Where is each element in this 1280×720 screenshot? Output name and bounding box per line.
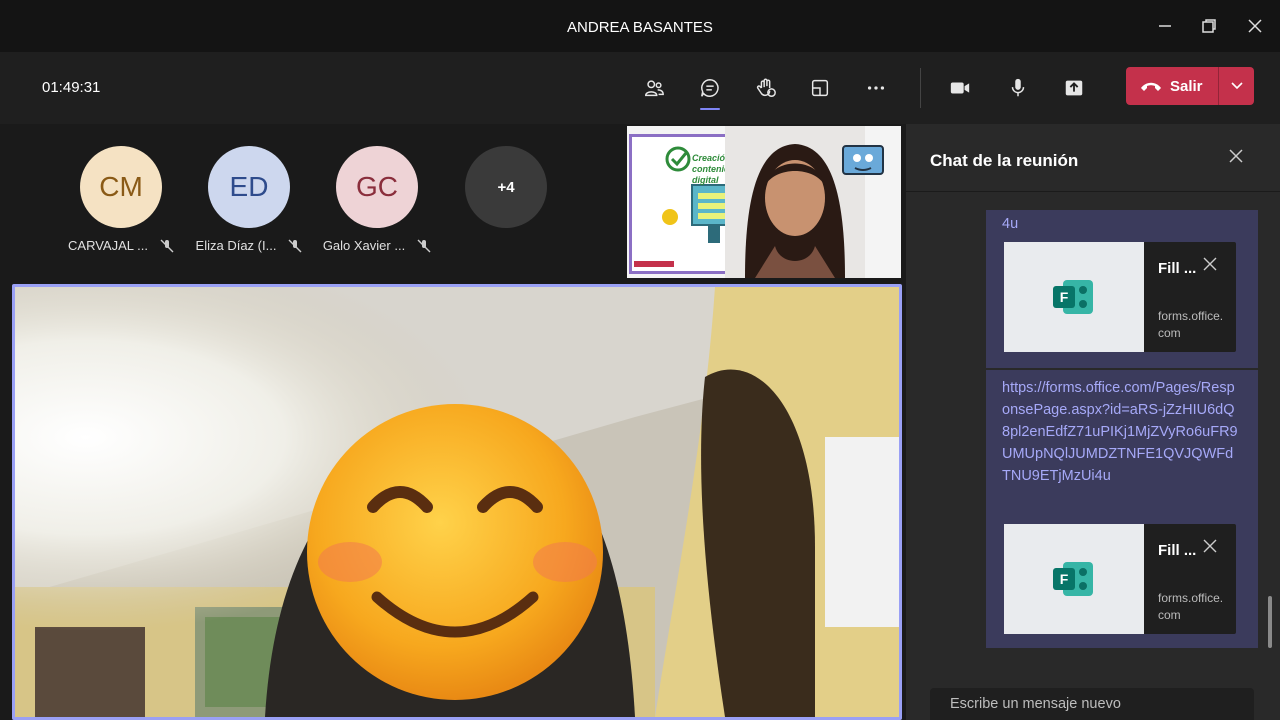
restore-icon[interactable] — [1194, 12, 1224, 40]
participant-tile[interactable]: CM CARVAJAL ... — [66, 146, 176, 253]
card-title: Fill ... — [1158, 260, 1197, 277]
chat-icon[interactable] — [692, 70, 728, 110]
window-title: ANDREA BASANTES — [567, 19, 713, 36]
more-participants-tile[interactable]: +4 — [451, 146, 561, 228]
mic-off-icon — [288, 239, 302, 252]
self-video-tile[interactable]: Creación de contenido digital — [627, 126, 901, 278]
forms-icon: F — [1053, 562, 1093, 596]
avatar: CM — [80, 146, 162, 228]
participant-tile[interactable]: ED Eliza Díaz (I... — [194, 146, 304, 253]
compose-message-input[interactable]: Escribe un mensaje nuevo — [930, 688, 1254, 720]
svg-text:F: F — [1060, 289, 1069, 305]
card-domain: forms.office.com — [1158, 591, 1224, 622]
meeting-toolbar: 01:49:31 Salir — [0, 52, 1280, 124]
chat-panel: Chat de la reunión 4u F Fill ... forms.o… — [906, 124, 1280, 720]
hang-up-icon — [1141, 82, 1161, 91]
chat-header: Chat de la reunión — [906, 124, 1280, 192]
chat-message: https://forms.office.com/Pages/ResponseP… — [986, 370, 1258, 648]
link-preview-card[interactable]: F Fill ... forms.office.com — [1004, 524, 1236, 634]
svg-text:F: F — [1060, 571, 1069, 587]
card-domain: forms.office.com — [1158, 309, 1224, 340]
link-preview-card[interactable]: F Fill ... forms.office.com — [1004, 242, 1236, 352]
video-stage: CM CARVAJAL ... ED Eliza Díaz (I... GC G… — [0, 124, 906, 720]
participant-tile[interactable]: GC Galo Xavier ... — [322, 146, 432, 253]
dismiss-preview-icon[interactable] — [1202, 538, 1218, 554]
participant-name-text: Galo Xavier ... — [322, 238, 406, 253]
forms-icon: F — [1053, 280, 1093, 314]
avatar: ED — [208, 146, 290, 228]
cartoon-computer-icon — [842, 145, 884, 175]
camera-icon[interactable] — [942, 70, 978, 106]
chat-scrollbar[interactable] — [1268, 596, 1272, 648]
mic-off-icon — [417, 239, 431, 252]
meeting-timer: 01:49:31 — [42, 79, 101, 96]
avatar: GC — [336, 146, 418, 228]
breakout-rooms-icon[interactable] — [802, 70, 838, 106]
participant-name: CARVAJAL ... — [66, 238, 176, 253]
close-window-icon[interactable] — [1240, 12, 1270, 40]
leave-button[interactable]: Salir — [1126, 67, 1254, 105]
minimize-icon[interactable] — [1150, 12, 1180, 40]
main-video[interactable] — [12, 284, 902, 720]
participant-name-text: CARVAJAL ... — [68, 238, 148, 253]
close-icon[interactable] — [1228, 148, 1248, 168]
raise-hand-icon[interactable] — [748, 70, 784, 106]
microphone-icon[interactable] — [1000, 70, 1036, 106]
share-screen-icon[interactable] — [1056, 70, 1092, 106]
card-title: Fill ... — [1158, 542, 1197, 559]
participant-name: Eliza Díaz (I... — [194, 238, 304, 253]
message-link[interactable]: https://forms.office.com/Pages/ResponseP… — [1002, 370, 1242, 487]
message-link[interactable]: 4u — [1002, 210, 1242, 235]
forms-thumbnail: F — [1004, 242, 1144, 352]
more-options-icon[interactable] — [858, 70, 894, 106]
dismiss-preview-icon[interactable] — [1202, 256, 1218, 272]
leave-label: Salir — [1170, 77, 1203, 95]
title-bar: ANDREA BASANTES — [0, 0, 1280, 52]
participants-icon[interactable] — [636, 70, 672, 106]
chat-message: 4u F Fill ... forms.office.com — [986, 210, 1258, 368]
main-video-frame — [15, 287, 899, 717]
overflow-count: +4 — [465, 146, 547, 228]
leave-main[interactable]: Salir — [1126, 67, 1218, 105]
toolbar-divider — [920, 68, 921, 108]
participant-name-text: Eliza Díaz (I... — [195, 238, 277, 253]
forms-thumbnail: F — [1004, 524, 1144, 634]
chevron-down-icon[interactable] — [1219, 82, 1254, 90]
participant-name: Galo Xavier ... — [322, 238, 432, 253]
chat-title: Chat de la reunión — [930, 151, 1079, 170]
mic-off-icon — [160, 239, 174, 252]
